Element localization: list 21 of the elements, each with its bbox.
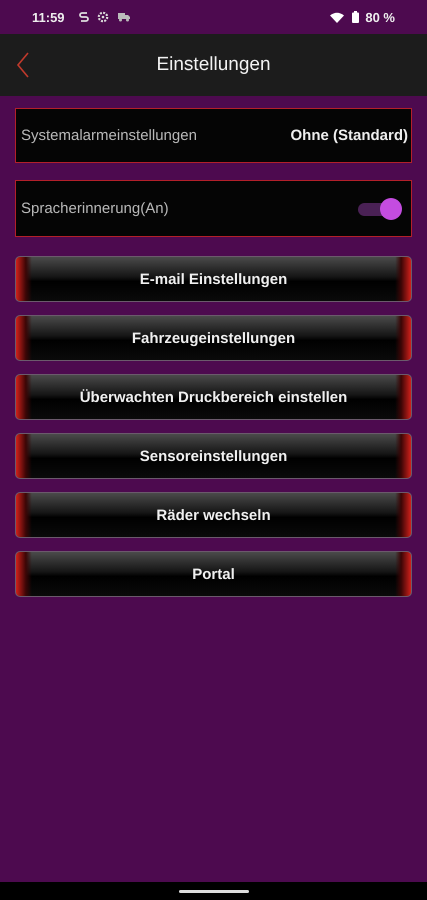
menu-button[interactable]: Überwachten Druckbereich einstellen [15, 374, 412, 420]
menu-button[interactable]: E-mail Einstellungen [15, 256, 412, 302]
back-icon[interactable] [16, 51, 30, 79]
battery-icon [352, 11, 360, 23]
menu-button[interactable]: Räder wechseln [15, 492, 412, 538]
setting-label: Systemalarmeinstellungen [21, 127, 197, 144]
status-time: 11:59 [32, 10, 65, 24]
truck-icon [116, 12, 131, 22]
menu-button[interactable]: Portal [15, 551, 412, 597]
settings-icon [96, 11, 109, 23]
screen-title: Einstellungen [156, 54, 271, 76]
home-handle[interactable] [178, 890, 248, 892]
setting-row[interactable]: Spracherinnerung(An) [15, 180, 412, 237]
sync-icon [78, 11, 89, 23]
menu-button[interactable]: Sensoreinstellungen [15, 433, 412, 479]
battery-percent: 80 % [365, 10, 395, 24]
setting-row[interactable]: Systemalarmeinstellungen Ohne (Standard) [15, 108, 412, 163]
setting-label: Spracherinnerung(An) [21, 200, 169, 217]
wifi-icon [330, 12, 344, 22]
setting-value: Ohne (Standard) [290, 127, 408, 144]
menu-button[interactable]: Fahrzeugeinstellungen [15, 315, 412, 361]
